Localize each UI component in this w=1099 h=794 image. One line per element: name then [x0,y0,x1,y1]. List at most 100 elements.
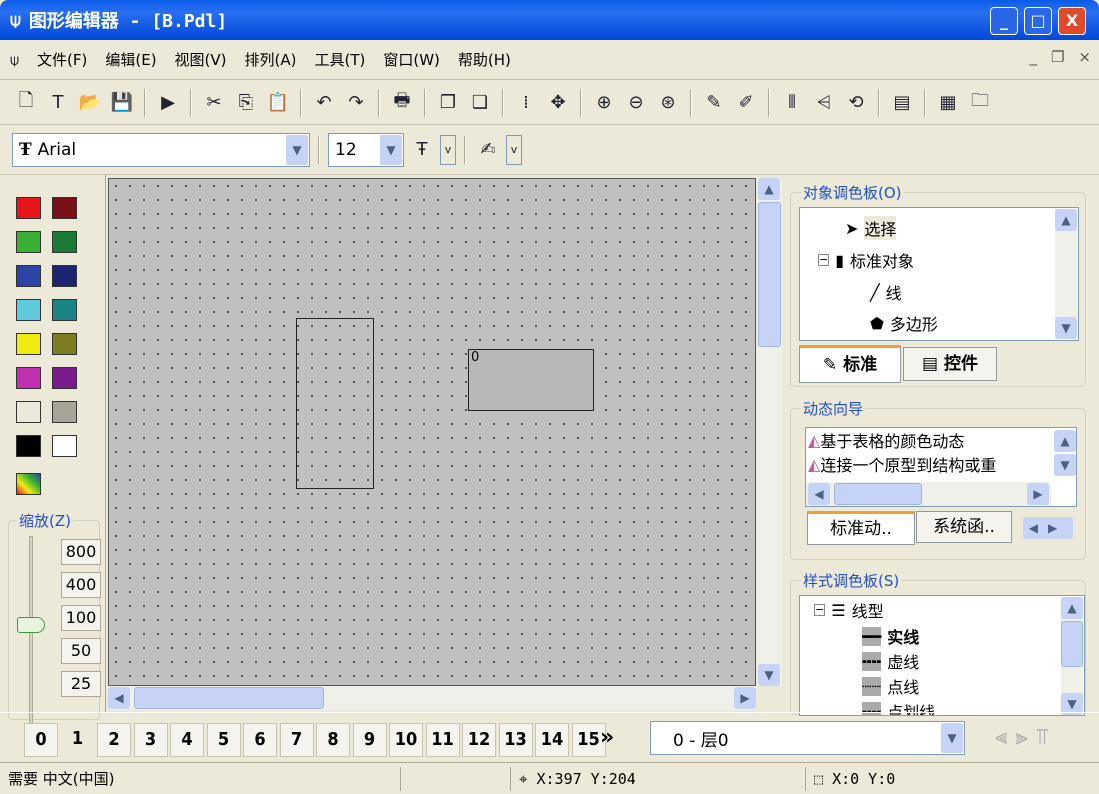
tree-item-polygon[interactable]: ⬟ 多边形 [870,311,938,335]
align-top-icon[interactable]: ⫪ [1036,725,1056,750]
collapse-icon[interactable]: − [818,254,830,266]
color-swatch[interactable] [16,197,41,219]
layer-button-12[interactable]: 12 [462,723,496,757]
layer-button-5[interactable]: 5 [206,723,241,757]
font-color-dropdown[interactable]: v [440,134,456,165]
font-color-icon[interactable]: Ŧ [408,135,436,165]
color-swatch[interactable] [52,333,77,355]
rectangle-object[interactable] [296,318,374,489]
layer-select[interactable]: 0 - 层0 ▼ [650,721,965,755]
scroll-right-icon[interactable]: ▶ [1027,483,1049,505]
maximize-button[interactable]: □ [1024,7,1052,35]
color-swatch[interactable] [52,197,77,219]
color-swatch[interactable] [16,299,41,321]
color-swatch[interactable] [16,265,41,287]
layer-button-1[interactable]: 1 [61,723,95,757]
scroll-down-icon[interactable]: ▼ [1055,317,1077,339]
properties-icon[interactable]: ▤ [888,88,916,118]
layer-button-6[interactable]: 6 [243,723,277,757]
scroll-left-icon[interactable]: ◀ [808,483,830,505]
font-name-select[interactable]: Ŧ Arial ▼ [12,132,310,167]
paste-icon[interactable]: 📋 [264,88,292,118]
vertical-scroll-thumb[interactable] [1061,621,1083,667]
grid-icon[interactable]: ⁞ [512,88,540,118]
horizontal-scroll-thumb[interactable] [834,483,922,505]
layer-button-7[interactable]: 7 [279,723,314,757]
menu-item-3[interactable]: 排列(A) [245,49,297,70]
layer-button-11[interactable]: 11 [425,723,460,757]
more-layers-button[interactable]: » [600,725,614,750]
menu-item-1[interactable]: 编辑(E) [105,49,156,70]
color-swatch[interactable] [16,401,41,423]
menu-item-4[interactable]: 工具(T) [314,49,365,70]
vertical-scroll-thumb[interactable] [758,202,781,347]
wizard-item[interactable]: ◭ 连接一个原型到结构或重 [808,452,996,476]
zoom-slider-thumb[interactable] [17,617,45,633]
scroll-up-icon[interactable]: ▲ [1054,430,1076,452]
scroll-left-icon[interactable]: ◀ [108,687,130,709]
open-icon[interactable]: 📂 [76,88,104,118]
mdi-restore-button[interactable]: ❐ [1051,48,1064,66]
zoom-level-100[interactable]: 100 [61,605,101,631]
zoom-level-800[interactable]: 800 [61,539,101,565]
tree-item-standard-objects[interactable]: − ▮ 标准对象 [818,248,914,272]
copy-icon[interactable]: ⎘ [232,88,260,118]
object-tree-scrollbar[interactable]: ▲ ▼ [1055,209,1077,339]
color-swatch[interactable] [52,299,77,321]
tree-item-line-style[interactable]: − ☰ 线型 [814,598,884,622]
layer-button-4[interactable]: 4 [170,723,204,757]
layer-button-0[interactable]: 0 [24,723,58,757]
align-right-icon[interactable]: ⫸ [1015,725,1035,750]
color-swatch[interactable] [16,333,41,355]
zoom-level-400[interactable]: 400 [61,572,101,598]
zoom-in-icon[interactable]: ⊕ [590,88,618,118]
layer-button-14[interactable]: 14 [535,723,569,757]
canvas-vertical-scrollbar[interactable]: ▲ ▼ [757,178,782,686]
mirror-horizontal-icon[interactable]: ⫴ [778,88,806,118]
align-left-icon[interactable]: ⫷ [995,725,1015,750]
mirror-vertical-icon[interactable]: ⩤ [810,88,838,118]
bring-front-icon[interactable]: ❐ [434,88,462,118]
rotate-icon[interactable]: ⟲ [842,88,870,118]
drawing-canvas[interactable]: 0 [108,178,756,686]
redo-icon[interactable]: ↷ [342,88,370,118]
color-swatch[interactable] [16,231,41,253]
color-swatch[interactable] [52,367,77,389]
scroll-right-icon[interactable]: ▶ [734,687,756,709]
menu-item-5[interactable]: 窗口(W) [383,49,440,70]
style-tree-scrollbar[interactable]: ▲ ▼ [1061,597,1083,715]
tab-scroll-arrows[interactable]: ◀▶ [1023,517,1073,539]
color-swatch[interactable] [52,401,77,423]
text-field-object[interactable]: 0 [468,349,594,411]
layer-button-2[interactable]: 2 [97,723,131,757]
run-icon[interactable]: ▶ [154,88,182,118]
tab-standard-dynamics[interactable]: 标准动.. [807,511,915,545]
snap-grid-icon[interactable]: ✥ [544,88,572,118]
collapse-icon[interactable]: − [814,604,826,616]
canvas-horizontal-scrollbar[interactable]: ◀ ▶ [108,686,756,710]
cut-icon[interactable]: ✂ [200,88,228,118]
tree-item-dotted[interactable]: ┈┈ 点线 [862,674,919,698]
wizard-vertical-scrollbar[interactable]: ▲ ▼ [1054,428,1076,478]
color-swatch[interactable] [16,367,41,389]
color-swatch[interactable] [52,435,77,457]
tree-item-dashed[interactable]: ╍╍ 虚线 [862,649,919,673]
line-color-dropdown[interactable]: v [506,134,522,165]
tab-system-functions[interactable]: 系统函.. [916,511,1012,543]
font-size-select[interactable]: 12 ▼ [328,132,404,167]
layer-button-13[interactable]: 13 [498,723,533,757]
pipette-icon[interactable]: ✎ [700,88,728,118]
wizard-horizontal-scrollbar[interactable]: ◀ ▶ [806,482,1051,506]
tree-item-solid[interactable]: ━━ 实线 [862,624,919,648]
color-swatch[interactable] [52,265,77,287]
scroll-up-icon[interactable]: ▲ [758,178,780,200]
tab-controls[interactable]: ▤ 控件 [903,347,997,381]
tab-standard[interactable]: ✎ 标准 [799,345,901,383]
zoom-level-50[interactable]: 50 [61,638,101,664]
menu-item-0[interactable]: 文件(F) [37,49,87,70]
zoom-out-icon[interactable]: ⊖ [622,88,650,118]
library-icon[interactable]: 🗀 [966,88,994,118]
layer-button-10[interactable]: 10 [389,723,423,757]
close-button[interactable]: X [1058,7,1086,35]
tree-item-line[interactable]: ╱ 线 [870,280,902,304]
